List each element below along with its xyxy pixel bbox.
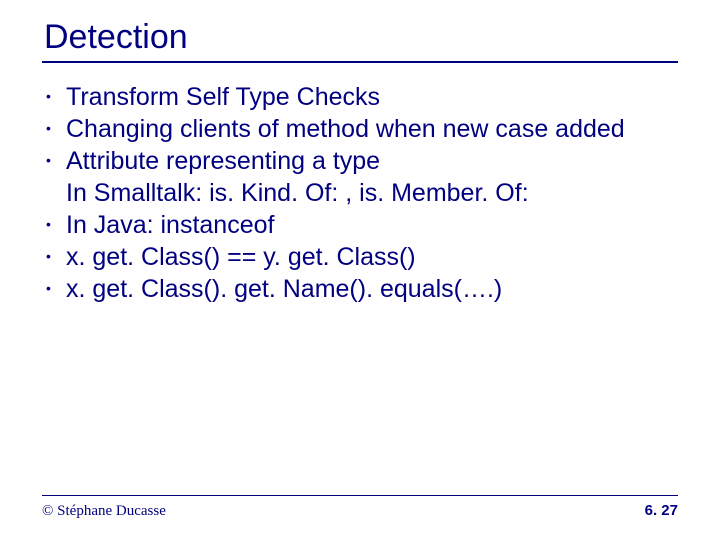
- slide: Detection Transform Self Type Checks Cha…: [0, 0, 720, 540]
- list-item: x. get. Class() == y. get. Class(): [42, 241, 678, 273]
- list-item: x. get. Class(). get. Name(). equals(….): [42, 273, 678, 305]
- list-item: Changing clients of method when new case…: [42, 113, 678, 145]
- list-item: In Java: instanceof: [42, 209, 678, 241]
- page-number: 6. 27: [645, 502, 678, 519]
- bullet-list: Transform Self Type Checks Changing clie…: [42, 81, 678, 305]
- footer: © Stéphane Ducasse 6. 27: [42, 495, 678, 520]
- list-item: Attribute representing a typeIn Smalltal…: [42, 145, 678, 209]
- copyright-text: © Stéphane Ducasse: [42, 503, 166, 520]
- footer-row: © Stéphane Ducasse 6. 27: [42, 502, 678, 520]
- title-divider: [42, 61, 678, 63]
- list-item: Transform Self Type Checks: [42, 81, 678, 113]
- footer-divider: [42, 495, 678, 496]
- slide-title: Detection: [44, 18, 678, 57]
